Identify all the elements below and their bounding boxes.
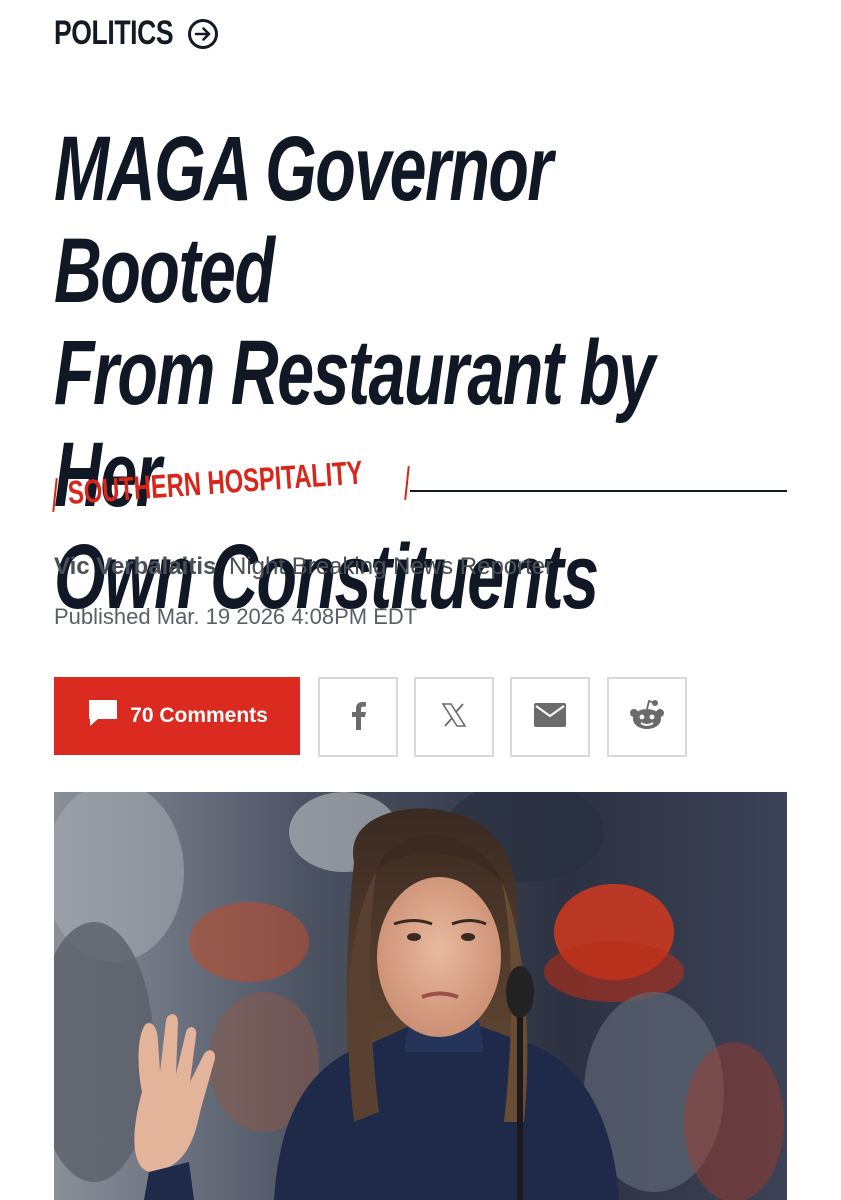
email-icon <box>534 702 566 732</box>
comments-button[interactable]: 70 Comments <box>54 677 300 755</box>
published-date: Published Mar. 19 2026 4:08PM EDT <box>54 604 418 629</box>
rubric-divider-left <box>52 477 58 513</box>
comments-label: 70 Comments <box>130 704 268 727</box>
rubric: SOUTHERN HOSPITALITY <box>52 453 787 518</box>
photo-illustration <box>54 792 787 1200</box>
email-share-button[interactable] <box>510 677 590 757</box>
rubric-rule <box>410 490 787 492</box>
headline-line-1: MAGA Governor Booted <box>54 118 553 322</box>
arrow-right-circle-icon <box>188 18 218 49</box>
reddit-share-button[interactable] <box>607 677 687 757</box>
article-photo[interactable] <box>54 792 787 1200</box>
facebook-share-button[interactable] <box>318 677 398 757</box>
x-icon <box>441 702 467 733</box>
facebook-icon <box>348 700 368 735</box>
author-name[interactable]: Vic Verbalaitis <box>54 553 216 580</box>
article-headline: MAGA Governor Booted From Restaurant by … <box>54 118 745 628</box>
rubric-divider-right <box>404 465 410 501</box>
reddit-icon <box>628 699 666 736</box>
section-label: POLITICS <box>54 14 174 52</box>
x-share-button[interactable] <box>414 677 494 757</box>
comment-icon <box>86 697 120 735</box>
byline: Vic Verbalaitis Night Breaking News Repo… <box>54 553 553 581</box>
section-link-politics[interactable]: POLITICS <box>54 14 218 53</box>
rubric-label[interactable]: SOUTHERN HOSPITALITY <box>67 453 364 512</box>
author-role: Night Breaking News Reporter <box>229 553 554 580</box>
